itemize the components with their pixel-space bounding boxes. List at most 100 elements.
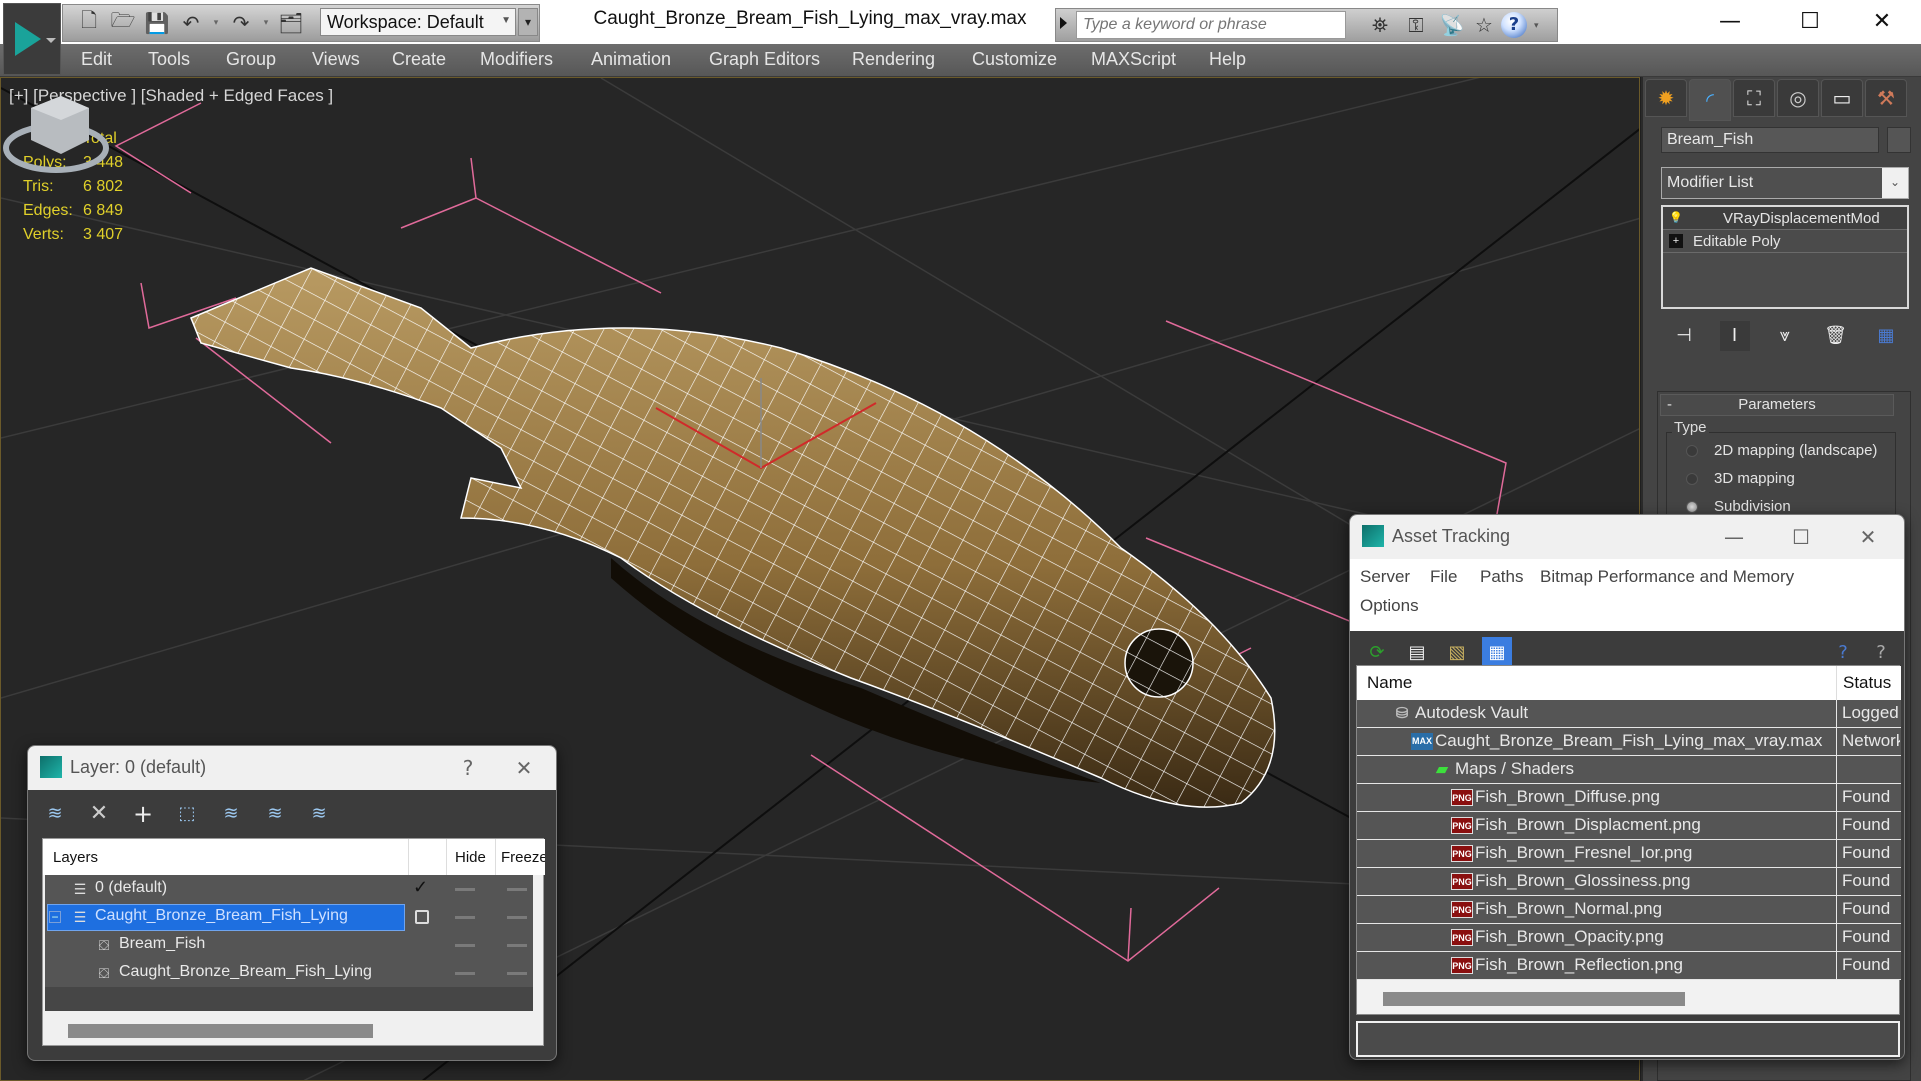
- asset-row[interactable]: PNG Fish_Brown_Reflection.png Found: [1357, 952, 1901, 980]
- menu-server[interactable]: Server: [1360, 567, 1410, 587]
- workspace-more-button[interactable]: ▾: [518, 8, 538, 36]
- collapse-icon[interactable]: −: [49, 911, 61, 923]
- layer-object-row[interactable]: ⛋ Caught_Bronze_Bream_Fish_Lying: [45, 959, 533, 987]
- delete-layer-icon[interactable]: ✕: [86, 801, 112, 827]
- object-color-swatch[interactable]: [1887, 127, 1911, 153]
- help-icon[interactable]: ?: [1501, 12, 1527, 38]
- horizontal-scrollbar[interactable]: [1383, 992, 1685, 1006]
- select-layer-icon[interactable]: ≋: [218, 801, 244, 827]
- column-header-status[interactable]: Status: [1843, 673, 1891, 693]
- asset-row[interactable]: ⛁ Autodesk Vault Logged: [1357, 700, 1901, 728]
- radio-3d-mapping[interactable]: 3D mapping: [1686, 470, 1795, 487]
- column-divider[interactable]: [1836, 666, 1837, 700]
- redo-dropdown-icon[interactable]: ▾: [261, 18, 271, 28]
- asset-row[interactable]: PNG Fish_Brown_Glossiness.png Found: [1357, 868, 1901, 896]
- lightbulb-icon[interactable]: 💡: [1669, 211, 1683, 225]
- remove-modifier-icon[interactable]: 🗑: [1821, 321, 1851, 351]
- menu-create[interactable]: Create: [392, 49, 446, 70]
- layer-row[interactable]: − ☰ Caught_Bronze_Bream_Fish_Lying: [45, 903, 533, 931]
- show-end-result-icon[interactable]: I: [1719, 321, 1750, 351]
- hide-toggle[interactable]: [455, 916, 475, 919]
- menu-file[interactable]: File: [1430, 567, 1457, 587]
- workspace-dropdown[interactable]: Workspace: Default ▼: [320, 8, 516, 36]
- radio-2d-mapping[interactable]: 2D mapping (landscape): [1686, 442, 1877, 459]
- configure-modifier-sets-icon[interactable]: ▦: [1871, 321, 1901, 351]
- menu-customize[interactable]: Customize: [972, 49, 1057, 70]
- menu-group[interactable]: Group: [226, 49, 276, 70]
- radio-button[interactable]: [1686, 444, 1698, 457]
- expand-arrow-icon[interactable]: [1060, 17, 1067, 29]
- column-divider[interactable]: [495, 839, 496, 875]
- set-active-layer-checkbox[interactable]: [415, 910, 429, 924]
- column-header-layers[interactable]: Layers: [53, 849, 98, 866]
- add-to-layer-icon[interactable]: +: [130, 801, 156, 827]
- motion-tab[interactable]: ◎: [1777, 79, 1819, 117]
- maximize-button[interactable]: ☐: [1781, 519, 1821, 555]
- hide-toggle[interactable]: [455, 944, 475, 947]
- layer-row[interactable]: ☰ 0 (default) ✓: [45, 875, 533, 903]
- modifier-stack-item[interactable]: + Editable Poly: [1663, 230, 1907, 253]
- asset-path-field[interactable]: [1356, 1021, 1900, 1057]
- binoculars-icon[interactable]: ⛯: [1366, 13, 1394, 39]
- search-input[interactable]: [1076, 11, 1346, 39]
- help-button[interactable]: ?: [448, 750, 488, 786]
- dialog-title-bar[interactable]: Asset Tracking — ☐ ✕: [1350, 515, 1904, 559]
- minimize-button[interactable]: —: [1714, 519, 1754, 555]
- menu-edit[interactable]: Edit: [81, 49, 112, 70]
- menu-views[interactable]: Views: [312, 49, 360, 70]
- redo-icon[interactable]: ↷: [227, 9, 255, 37]
- create-tab[interactable]: ✹: [1645, 79, 1687, 117]
- close-button[interactable]: ✕: [1852, 4, 1912, 40]
- maximize-button[interactable]: ☐: [1780, 4, 1840, 40]
- freeze-toggle[interactable]: [507, 944, 527, 947]
- highlight-layer-icon[interactable]: ≋: [262, 801, 288, 827]
- menu-help[interactable]: Help: [1209, 49, 1246, 70]
- viewcube[interactable]: [1, 78, 111, 188]
- make-unique-icon[interactable]: ⩔: [1770, 321, 1800, 351]
- column-header-freeze[interactable]: Freeze: [501, 849, 545, 866]
- modify-tab[interactable]: ◜: [1689, 79, 1731, 121]
- menu-maxscript[interactable]: MAXScript: [1091, 49, 1176, 70]
- hide-toggle[interactable]: [455, 972, 475, 975]
- save-icon[interactable]: 💾: [143, 9, 171, 37]
- menu-rendering[interactable]: Rendering: [852, 49, 935, 70]
- new-layer-icon[interactable]: ≋: [42, 801, 68, 827]
- asset-row[interactable]: PNG Fish_Brown_Fresnel_Ior.png Found: [1357, 840, 1901, 868]
- menu-bitmap-performance[interactable]: Bitmap Performance and Memory: [1540, 567, 1794, 587]
- undo-dropdown-icon[interactable]: ▾: [211, 18, 221, 28]
- freeze-toggle[interactable]: [507, 888, 527, 891]
- menu-tools[interactable]: Tools: [148, 49, 190, 70]
- menu-animation[interactable]: Animation: [591, 49, 671, 70]
- select-objects-in-layer-icon[interactable]: ⬚: [174, 801, 200, 827]
- hide-toggle[interactable]: [455, 888, 475, 891]
- asset-row[interactable]: PNG Fish_Brown_Displacment.png Found: [1357, 812, 1901, 840]
- radio-button[interactable]: [1686, 472, 1698, 485]
- menu-modifiers[interactable]: Modifiers: [480, 49, 553, 70]
- object-name-field[interactable]: Bream_Fish: [1661, 127, 1879, 153]
- new-file-icon[interactable]: 🗋: [75, 8, 103, 37]
- radio-button[interactable]: [1686, 500, 1698, 513]
- display-tab[interactable]: ▭: [1821, 79, 1863, 117]
- modifier-stack-item[interactable]: 💡 VRayDisplacementMod: [1663, 207, 1907, 230]
- hierarchy-tab[interactable]: ⛶: [1733, 79, 1775, 117]
- asset-row[interactable]: MAX Caught_Bronze_Bream_Fish_Lying_max_vr…: [1357, 728, 1901, 756]
- close-button[interactable]: ✕: [504, 750, 544, 786]
- project-folder-icon[interactable]: 🗂: [277, 9, 305, 37]
- minimize-button[interactable]: —: [1700, 4, 1760, 40]
- expand-plus-icon[interactable]: +: [1669, 234, 1683, 248]
- asset-row[interactable]: PNG Fish_Brown_Opacity.png Found: [1357, 924, 1901, 952]
- app-menu-button[interactable]: [3, 3, 61, 75]
- modifier-list-dropdown[interactable]: Modifier List ⌄: [1661, 167, 1909, 199]
- pin-stack-icon[interactable]: ⊣: [1669, 321, 1699, 351]
- freeze-toggle[interactable]: [507, 972, 527, 975]
- layer-properties-icon[interactable]: ≋: [306, 801, 332, 827]
- star-icon[interactable]: ☆: [1470, 13, 1498, 39]
- asset-row[interactable]: PNG Fish_Brown_Normal.png Found: [1357, 896, 1901, 924]
- active-layer-checkmark-icon[interactable]: ✓: [413, 877, 428, 898]
- key-icon[interactable]: ⚿: [1402, 13, 1430, 39]
- fish-model[interactable]: [190, 267, 1276, 808]
- horizontal-scrollbar[interactable]: [68, 1024, 373, 1038]
- radio-subdivision[interactable]: Subdivision: [1686, 498, 1791, 515]
- asset-row[interactable]: PNG Fish_Brown_Diffuse.png Found: [1357, 784, 1901, 812]
- close-button[interactable]: ✕: [1848, 519, 1888, 555]
